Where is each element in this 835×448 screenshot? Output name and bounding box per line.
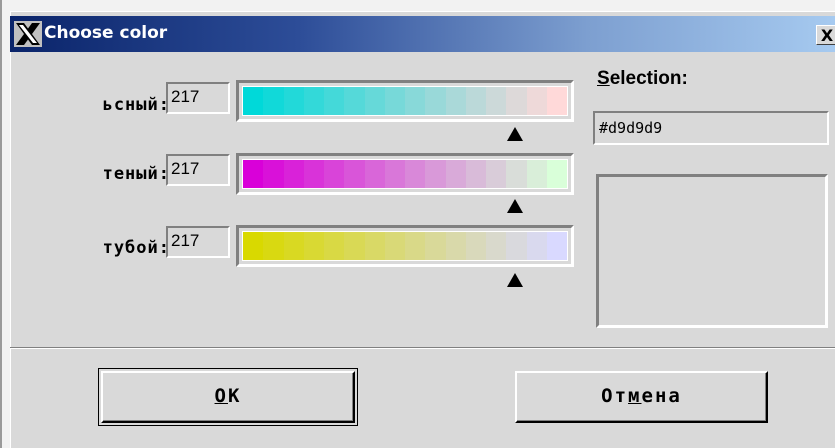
green-value-field[interactable]: 217	[166, 154, 230, 186]
gradient-swatch	[364, 160, 385, 188]
gradient-swatch	[425, 232, 446, 260]
gradient-swatch	[324, 232, 345, 260]
gradient-swatch	[243, 232, 264, 260]
gradient-swatch	[486, 87, 507, 115]
gradient-swatch	[283, 160, 304, 188]
gradient-swatch	[546, 87, 567, 115]
red-value-field[interactable]: 217	[166, 82, 230, 114]
red-gradient-bar[interactable]	[236, 80, 574, 122]
gradient-swatch	[486, 232, 507, 260]
close-icon: X	[820, 26, 834, 45]
gradient-swatch	[283, 87, 304, 115]
gradient-swatch	[546, 160, 567, 188]
gradient-swatch	[263, 87, 284, 115]
gradient-swatch	[465, 160, 486, 188]
window-title: Choose color	[44, 23, 168, 43]
gradient-swatch	[364, 232, 385, 260]
gradient-swatch	[324, 160, 345, 188]
green-slider-marker-icon[interactable]	[507, 199, 523, 213]
gradient-swatch	[263, 232, 284, 260]
desktop-edge	[0, 0, 2, 448]
blue-gradient-swatches	[242, 231, 568, 261]
cancel-button[interactable]: Отмена	[515, 371, 768, 423]
gradient-swatch	[243, 160, 264, 188]
cancel-label-rest: ена	[641, 385, 682, 407]
ok-label-rest: K	[228, 385, 242, 407]
color-preview-swatch	[596, 174, 828, 328]
green-gradient-bar[interactable]	[236, 153, 574, 195]
blue-channel-label: тубой:	[102, 238, 170, 258]
choose-color-dialog: Choose color X ьсный: 217 теный: 217 туб…	[10, 11, 835, 448]
gradient-swatch	[384, 87, 405, 115]
gradient-swatch	[344, 160, 365, 188]
red-gradient-swatches	[242, 86, 568, 116]
gradient-swatch	[506, 232, 527, 260]
gradient-swatch	[405, 87, 426, 115]
ok-mnemonic: O	[214, 385, 228, 407]
gradient-swatch	[425, 87, 446, 115]
gradient-swatch	[526, 232, 547, 260]
gradient-swatch	[384, 160, 405, 188]
gradient-swatch	[283, 232, 304, 260]
gradient-swatch	[526, 87, 547, 115]
green-gradient-swatches	[242, 159, 568, 189]
selection-mnemonic: S	[597, 68, 610, 89]
gradient-swatch	[445, 87, 466, 115]
gradient-swatch	[364, 87, 385, 115]
selection-label: Selection:	[597, 68, 688, 90]
gradient-swatch	[526, 160, 547, 188]
green-channel-label: теный:	[102, 164, 170, 184]
gradient-swatch	[425, 160, 446, 188]
red-slider-marker-icon[interactable]	[507, 127, 523, 141]
gradient-swatch	[344, 232, 365, 260]
gradient-swatch	[445, 232, 466, 260]
gradient-swatch	[506, 87, 527, 115]
gradient-swatch	[303, 232, 324, 260]
selection-label-rest: election:	[609, 68, 688, 89]
button-divider	[10, 347, 835, 349]
gradient-swatch	[465, 232, 486, 260]
gradient-swatch	[324, 87, 345, 115]
cancel-mnemonic: м	[628, 385, 642, 407]
x-window-logo-icon	[14, 21, 42, 47]
cancel-label-prefix: От	[601, 385, 629, 407]
blue-gradient-bar[interactable]	[236, 225, 574, 267]
gradient-swatch	[445, 160, 466, 188]
gradient-swatch	[263, 160, 284, 188]
gradient-swatch	[243, 87, 264, 115]
ok-button[interactable]: OK	[101, 371, 355, 423]
gradient-swatch	[303, 160, 324, 188]
red-channel-label: ьсный:	[102, 95, 170, 115]
blue-value-field[interactable]: 217	[166, 226, 230, 258]
gradient-swatch	[465, 87, 486, 115]
gradient-swatch	[405, 232, 426, 260]
gradient-swatch	[405, 160, 426, 188]
gradient-swatch	[384, 232, 405, 260]
gradient-swatch	[506, 160, 527, 188]
title-bar[interactable]: Choose color X	[10, 16, 835, 52]
gradient-swatch	[344, 87, 365, 115]
gradient-swatch	[486, 160, 507, 188]
hex-value-field[interactable]: #d9d9d9	[593, 111, 829, 145]
gradient-swatch	[303, 87, 324, 115]
blue-slider-marker-icon[interactable]	[507, 273, 523, 287]
close-button[interactable]: X	[816, 25, 835, 45]
gradient-swatch	[546, 232, 567, 260]
